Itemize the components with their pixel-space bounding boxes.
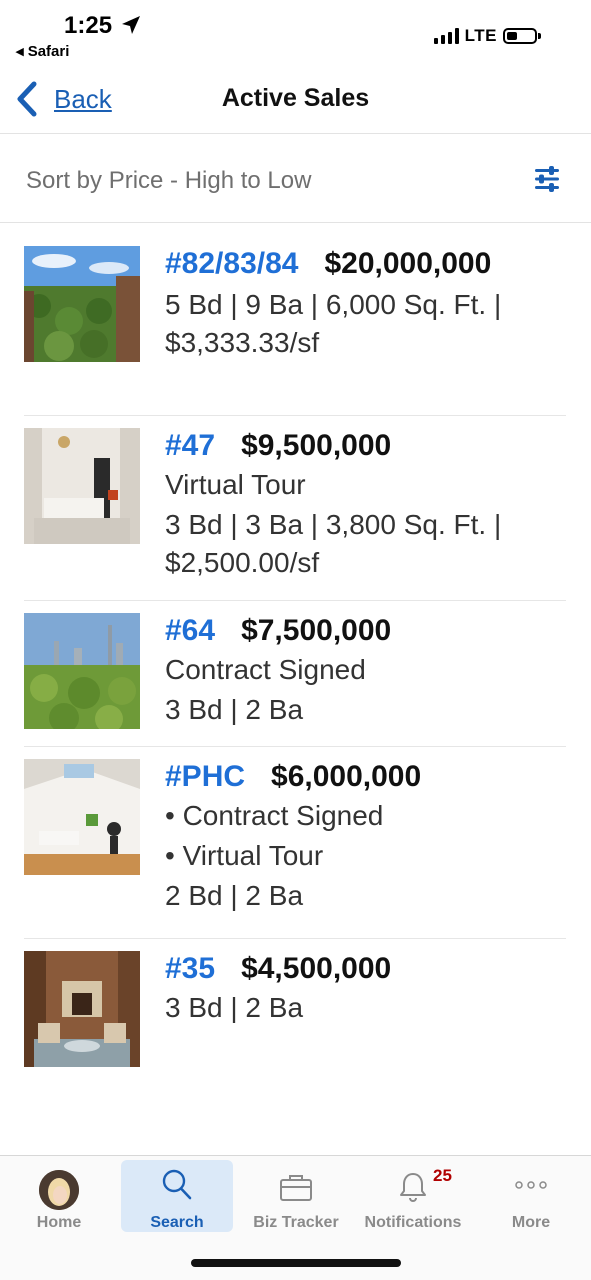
listing-details: 3 Bd | 2 Ba — [165, 694, 304, 725]
listing-price: $4,500,000 — [241, 952, 392, 985]
listing-item[interactable]: #82/83/84 $20,000,000 5 Bd | 9 Ba | 6,00… — [24, 224, 566, 416]
return-to-safari-link[interactable]: ◂ Safari — [16, 42, 69, 60]
listing-item[interactable]: #47 $9,500,000 Virtual Tour 3 Bd | 3 Ba … — [24, 416, 566, 601]
more-dots-icon — [515, 1181, 547, 1189]
status-bar: 1:25 ◂ Safari LTE — [0, 0, 591, 66]
tab-search-label: Search — [150, 1214, 204, 1231]
bell-icon — [400, 1173, 426, 1202]
location-arrow-icon — [122, 16, 140, 34]
listing-info: #PHC $6,000,000 • Contract Signed • Virt… — [165, 759, 566, 938]
tab-home-label: Home — [36, 1214, 82, 1231]
tab-biz-tracker-label: Biz Tracker — [253, 1214, 339, 1231]
avatar — [39, 1170, 79, 1210]
battery-icon — [503, 28, 541, 44]
listing-photo-living-room — [24, 428, 140, 544]
listing-item[interactable]: #64 $7,500,000 Contract Signed 3 Bd | 2 … — [24, 601, 566, 747]
unit-number[interactable]: #64 — [165, 613, 215, 649]
home-indicator[interactable] — [191, 1259, 401, 1267]
listing-list: #82/83/84 $20,000,000 5 Bd | 9 Ba | 6,00… — [24, 224, 566, 1079]
sort-label[interactable]: Sort by Price - High to Low — [26, 167, 311, 195]
listing-price: $7,500,000 — [241, 614, 392, 647]
listing-photo-park-view — [24, 246, 140, 362]
sort-row[interactable]: Sort by Price - High to Low — [0, 135, 591, 223]
search-icon — [162, 1169, 192, 1200]
network-type: LTE — [464, 26, 497, 45]
notifications-badge: 25 — [433, 1166, 452, 1185]
listing-item[interactable]: #35 $4,500,000 3 Bd | 2 Ba — [24, 939, 566, 1079]
listing-info: #64 $7,500,000 Contract Signed 3 Bd | 2 … — [165, 613, 566, 746]
listing-details: 3 Bd | 3 Ba | 3,800 Sq. Ft. | $2,500.00/… — [165, 509, 502, 578]
listing-status: • Virtual Tour — [165, 840, 324, 871]
listing-info: #47 $9,500,000 Virtual Tour 3 Bd | 3 Ba … — [165, 428, 566, 600]
briefcase-icon — [280, 1175, 312, 1201]
listing-price: $6,000,000 — [271, 760, 422, 793]
listing-details: 2 Bd | 2 Ba — [165, 880, 304, 911]
unit-number[interactable]: #35 — [165, 951, 215, 987]
filter-sliders-icon[interactable] — [533, 165, 561, 193]
listing-details: 5 Bd | 9 Ba | 6,000 Sq. Ft. | $3,333.33/… — [165, 289, 502, 358]
tab-biz-tracker[interactable]: Biz Tracker — [238, 1160, 354, 1232]
listing-photo-skyline — [24, 613, 140, 729]
listing-details: 3 Bd | 2 Ba — [165, 992, 304, 1023]
page-title: Active Sales — [221, 84, 370, 112]
nav-header: Back Active Sales — [0, 66, 591, 134]
status-indicators: LTE — [433, 26, 541, 46]
cellular-signal-icon — [433, 28, 459, 44]
tab-notifications[interactable]: 25 Notifications — [356, 1160, 470, 1232]
tab-notifications-label: Notifications — [364, 1214, 462, 1231]
unit-number[interactable]: #PHC — [165, 759, 245, 795]
listing-info: #82/83/84 $20,000,000 5 Bd | 9 Ba | 6,00… — [165, 246, 566, 415]
unit-number[interactable]: #47 — [165, 428, 215, 464]
status-time: 1:25 — [64, 12, 113, 39]
tab-search[interactable]: Search — [121, 1160, 233, 1232]
listing-info: #35 $4,500,000 3 Bd | 2 Ba — [165, 951, 566, 1079]
listing-item[interactable]: #PHC $6,000,000 • Contract Signed • Virt… — [24, 747, 566, 939]
tab-more[interactable]: More — [472, 1160, 590, 1232]
listing-price: $9,500,000 — [241, 429, 392, 462]
unit-number[interactable]: #82/83/84 — [165, 246, 298, 282]
listing-status: Virtual Tour — [165, 469, 306, 500]
tab-more-label: More — [511, 1214, 551, 1231]
listing-photo-library-room — [24, 951, 140, 1067]
tab-home[interactable]: Home — [0, 1160, 118, 1232]
listing-status: • Contract Signed — [165, 800, 384, 831]
listing-photo-penthouse — [24, 759, 140, 875]
listing-status: Contract Signed — [165, 654, 366, 685]
listing-price: $20,000,000 — [324, 247, 492, 280]
